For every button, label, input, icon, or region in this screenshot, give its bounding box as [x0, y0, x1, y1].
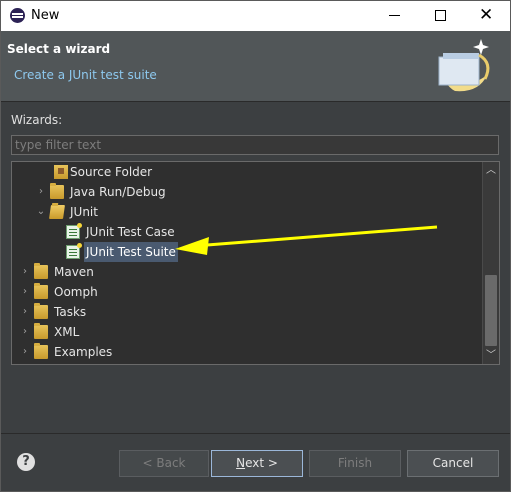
- folder-icon: [34, 263, 48, 279]
- wizard-header-description: Create a JUnit test suite: [14, 68, 157, 82]
- tree-scrollbar[interactable]: ︿ ﹀: [482, 162, 499, 364]
- tree-item-label: JUnit Test Case: [86, 225, 175, 239]
- header-divider: [1, 101, 510, 102]
- tree-item-label: Examples: [54, 345, 113, 359]
- next-label: ext >: [245, 456, 278, 470]
- tree-item-label: XML: [54, 325, 80, 339]
- minimize-icon: [389, 15, 400, 16]
- folder-open-icon: [49, 205, 65, 219]
- chevron-right-icon[interactable]: ›: [36, 182, 46, 202]
- footer-divider: [1, 433, 510, 434]
- help-icon[interactable]: ?: [17, 453, 35, 471]
- chevron-right-icon[interactable]: ›: [20, 262, 30, 282]
- folder-icon: [34, 283, 48, 299]
- title-bar: New ✕: [1, 1, 510, 31]
- tree-item-label: Java Run/Debug: [70, 185, 166, 199]
- folder-icon: [34, 343, 48, 359]
- wizard-header: Select a wizard Create a JUnit test suit…: [1, 31, 510, 101]
- scroll-down-icon[interactable]: ﹀: [483, 347, 499, 364]
- junit-test-case-icon: [66, 223, 82, 239]
- tree-item-label: Oomph: [54, 285, 98, 299]
- next-mnemonic: N: [236, 456, 246, 470]
- maximize-icon: [435, 10, 446, 21]
- wizards-label: Wizards:: [11, 113, 63, 127]
- new-wizard-dialog: New ✕ Select a wizard Create a JUnit tes…: [0, 0, 511, 492]
- chevron-right-icon[interactable]: ›: [20, 342, 30, 362]
- close-button[interactable]: ✕: [463, 1, 509, 31]
- folder-icon: [34, 303, 48, 319]
- chevron-right-icon[interactable]: ›: [20, 282, 30, 302]
- chevron-right-icon[interactable]: ›: [20, 322, 30, 342]
- tree-item-label: Tasks: [54, 305, 87, 319]
- folder-icon: [50, 183, 64, 199]
- back-button[interactable]: < Back: [119, 450, 209, 477]
- finish-button[interactable]: Finish: [309, 450, 401, 477]
- eclipse-app-icon: [10, 8, 25, 23]
- next-button[interactable]: Next >: [211, 450, 303, 477]
- source-folder-icon: [54, 165, 68, 179]
- window-title: New: [31, 8, 60, 23]
- scroll-up-icon[interactable]: ︿: [483, 162, 499, 179]
- folder-icon: [34, 323, 48, 339]
- wizard-header-title: Select a wizard: [7, 42, 111, 56]
- wizard-tree[interactable]: Source Folder › Java Run/Debug ⌄ JUnit J…: [11, 161, 500, 365]
- filter-input[interactable]: [11, 135, 499, 155]
- chevron-right-icon[interactable]: ›: [20, 302, 30, 322]
- tree-item-label: JUnit: [70, 205, 98, 219]
- close-icon: ✕: [479, 5, 494, 25]
- scrollbar-thumb[interactable]: [485, 275, 497, 346]
- tree-item-label: Source Folder: [70, 165, 153, 179]
- cancel-button[interactable]: Cancel: [407, 450, 499, 477]
- chevron-down-icon[interactable]: ⌄: [36, 202, 46, 222]
- junit-test-suite-icon: [66, 243, 82, 259]
- maximize-button[interactable]: [417, 1, 463, 31]
- tree-item-label: JUnit Test Suite: [84, 242, 178, 262]
- new-wizard-banner-icon: [438, 39, 490, 92]
- minimize-button[interactable]: [371, 1, 417, 31]
- annotation-arrow: [175, 225, 438, 255]
- tree-item-label: Maven: [54, 265, 94, 279]
